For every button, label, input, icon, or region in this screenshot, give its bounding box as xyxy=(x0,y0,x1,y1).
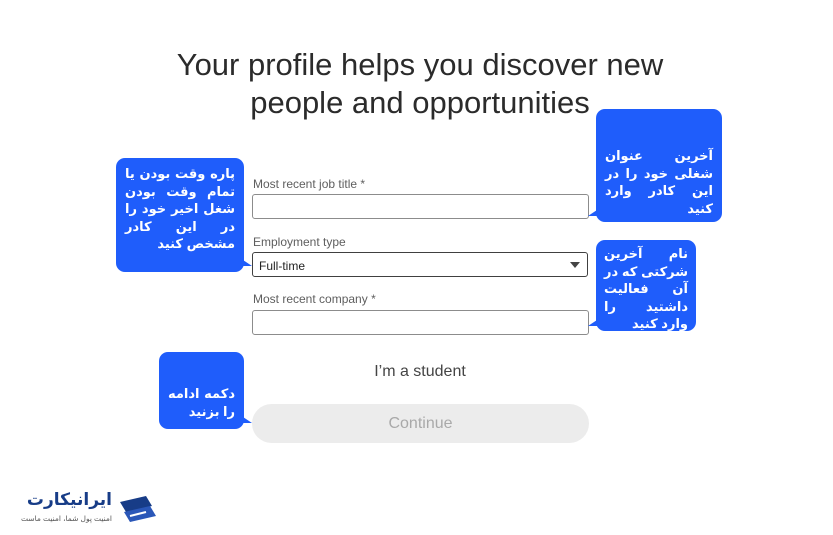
required-mark: * xyxy=(371,292,376,306)
company-callout: نام آخرین شرکتی که در آن فعالیت داشتید ر… xyxy=(596,240,696,331)
callout-pointer xyxy=(240,258,252,266)
job-title-input[interactable] xyxy=(252,194,589,219)
employment-type-value: Full-time xyxy=(259,259,306,273)
job-title-label: Most recent job title * xyxy=(253,177,366,191)
brand-logo: ایرانیکارت امنیت پول شما، امنیت ماست xyxy=(10,490,160,528)
student-link[interactable]: I’m a student xyxy=(320,363,520,381)
required-mark: * xyxy=(360,177,366,191)
continue-callout: دکمه ادامه را بزنید xyxy=(159,352,244,429)
callout-pointer xyxy=(588,208,600,216)
brand-name: ایرانیکارت xyxy=(26,490,112,509)
page-title-line-2: people and opportunities xyxy=(250,85,590,120)
callout-pointer xyxy=(588,318,600,326)
iranicard-logo-icon xyxy=(120,496,156,522)
company-input[interactable] xyxy=(252,310,589,335)
continue-button[interactable]: Continue xyxy=(252,404,589,443)
employment-type-callout: پاره وقت بودن یا تمام وقت بودن شغل اخیر … xyxy=(116,158,244,272)
employment-type-select[interactable]: Full-time xyxy=(252,252,588,277)
callout-pointer xyxy=(240,415,252,423)
brand-tagline: امنیت پول شما، امنیت ماست xyxy=(20,514,112,523)
employment-type-label: Employment type xyxy=(253,235,346,249)
company-label: Most recent company * xyxy=(253,292,376,306)
job-title-callout: آخرین عنوان شغلی خود را در این کادر وارد… xyxy=(596,109,722,222)
caret-down-icon xyxy=(570,262,580,268)
page-title-line-1: Your profile helps you discover new xyxy=(176,47,664,82)
